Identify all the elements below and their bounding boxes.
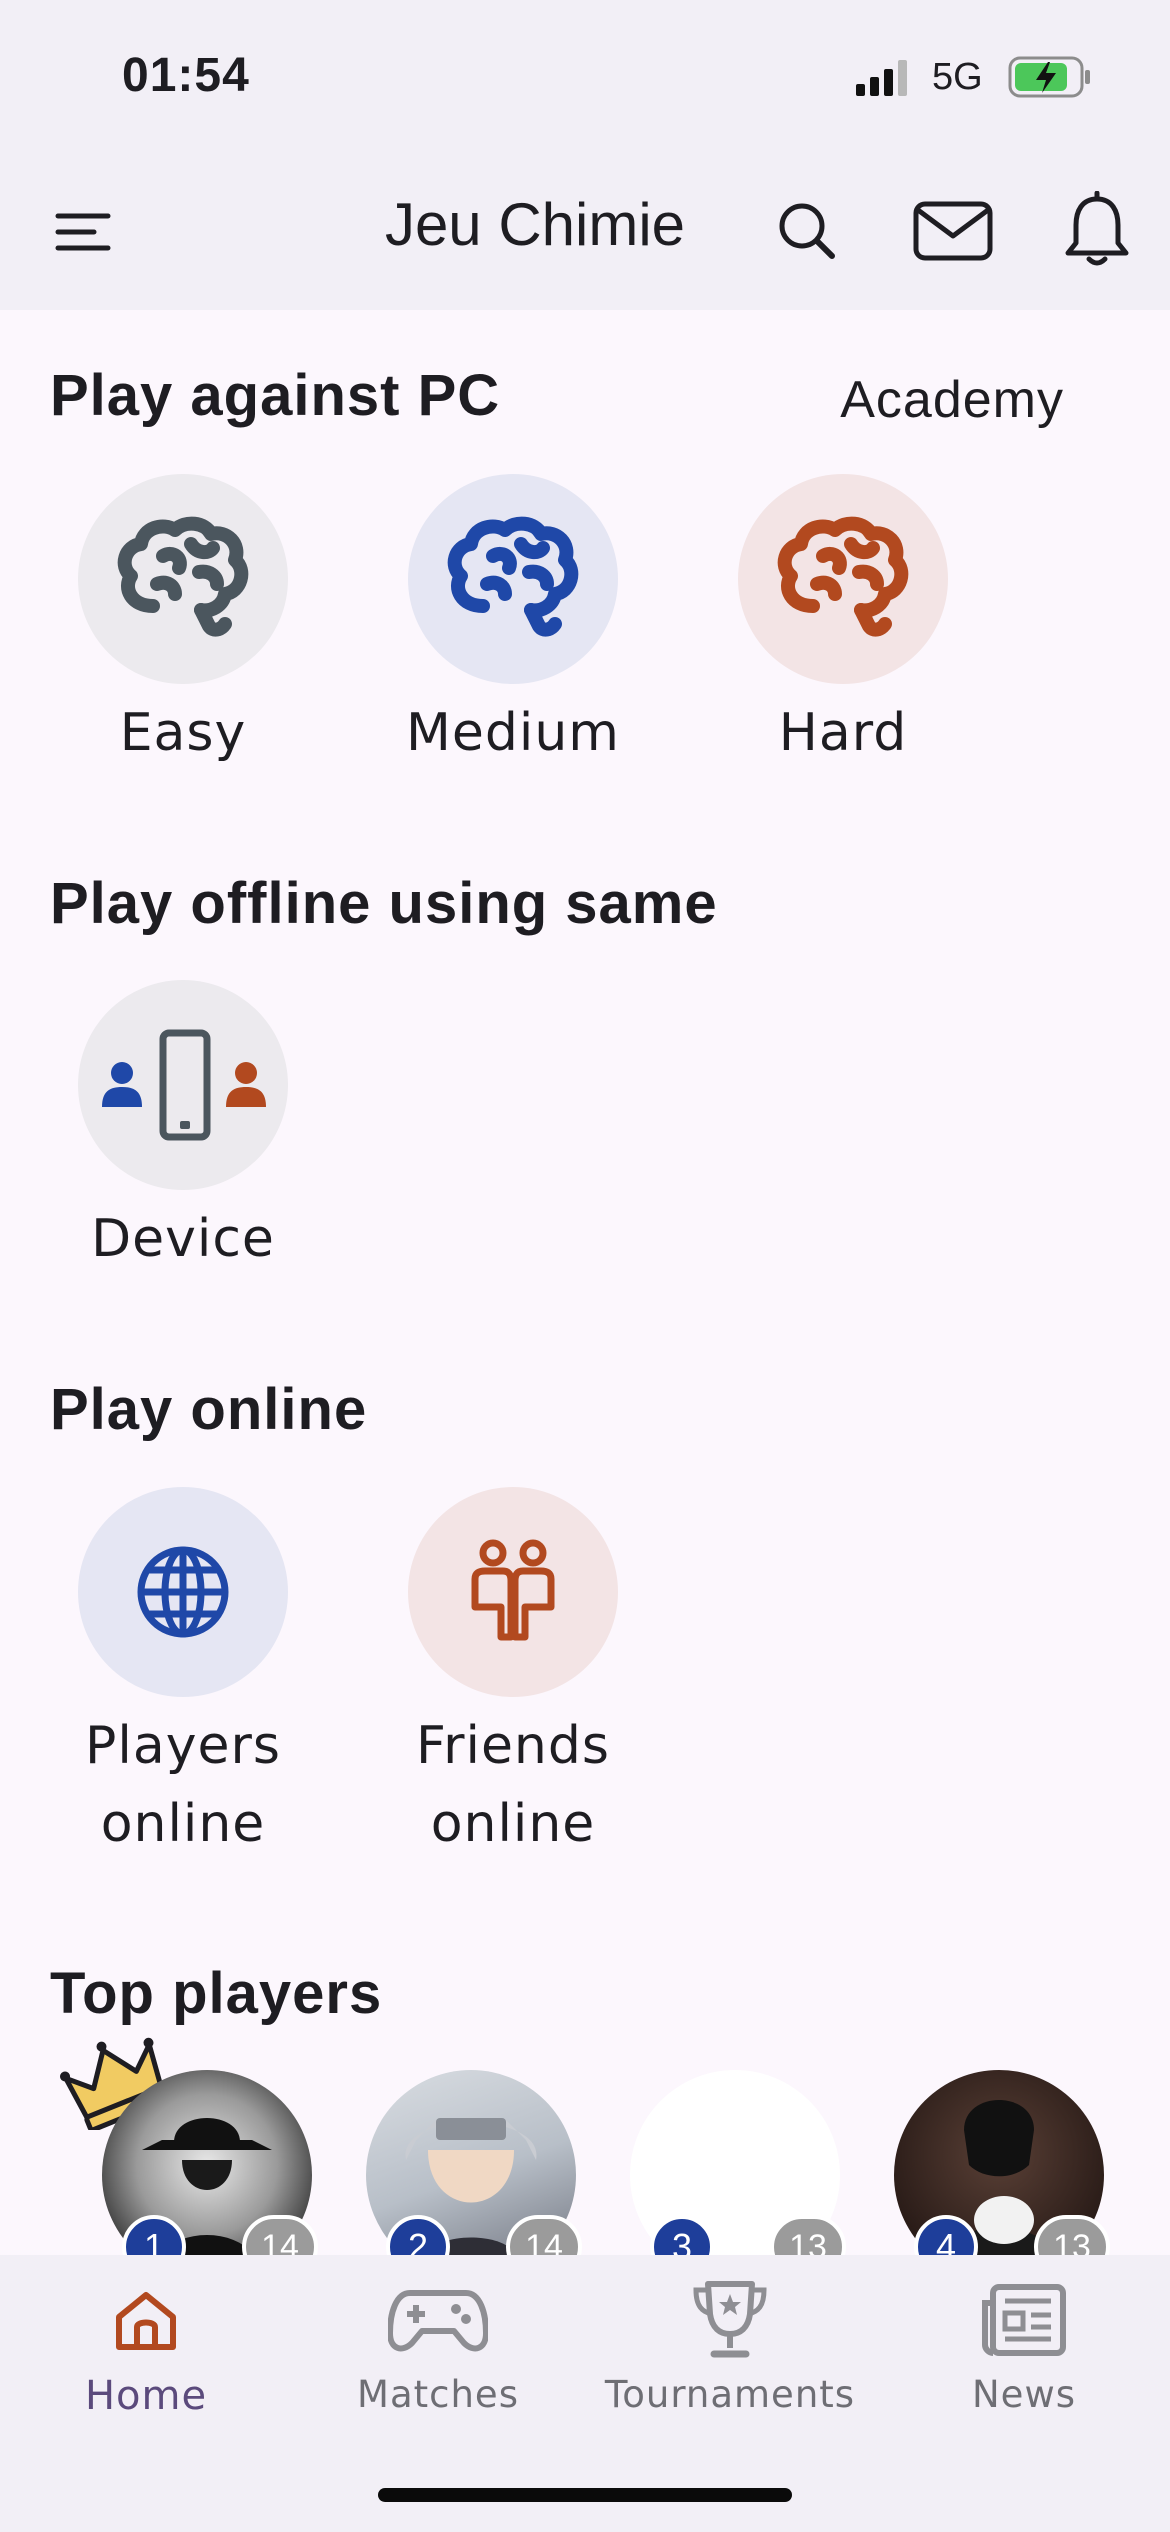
trophy-icon [675, 2275, 785, 2365]
label-line: Friends [415, 1716, 610, 1776]
nav-tournaments-label: Tournaments [604, 2373, 856, 2416]
mode-friends-online[interactable]: Friends online [393, 1487, 633, 1863]
mode-friends-online-label: Friends online [393, 1707, 633, 1863]
score-badge: 14 [242, 2215, 318, 2255]
top-player-card[interactable]: 2 14 [366, 2070, 582, 2255]
top-player-card[interactable]: 4 13 [894, 2070, 1110, 2255]
bell-icon [1065, 191, 1129, 266]
mode-medium-circle [408, 474, 618, 684]
mode-friends-online-circle [408, 1487, 618, 1697]
section-title-offline: Play offline using same [50, 871, 718, 936]
brain-icon [117, 516, 249, 637]
friends-icon [471, 1539, 555, 1641]
nav-news-label: News [972, 2373, 1076, 2416]
section-title-top: Top players [50, 1961, 383, 2026]
nav-home-label: Home [84, 2373, 208, 2419]
search-icon [779, 203, 835, 259]
mode-players-online-circle [78, 1487, 288, 1697]
gamepad-icon [383, 2275, 493, 2365]
mode-device-label: Device [91, 1209, 275, 1269]
score-badge: 13 [1034, 2215, 1110, 2255]
top-player-card[interactable]: 3 13 [630, 2070, 846, 2255]
nav-home[interactable]: Home [16, 2275, 276, 2419]
mail-icon [913, 201, 993, 261]
device-players-icon [102, 1029, 266, 1141]
mode-easy-label: Easy [119, 703, 247, 763]
mode-players-online-label: Players online [63, 1707, 303, 1863]
brain-icon [777, 516, 909, 637]
home-icon [91, 2275, 201, 2365]
label-line: online [430, 1794, 596, 1854]
nav-matches[interactable]: Matches [308, 2275, 568, 2416]
mode-easy-circle [78, 474, 288, 684]
nav-news[interactable]: News [894, 2275, 1154, 2416]
top-player-card[interactable]: 1 14 [102, 2070, 318, 2255]
score-badge: 14 [506, 2215, 582, 2255]
network-label: 5G [932, 56, 983, 98]
mode-easy[interactable]: Easy [63, 474, 303, 772]
mode-hard-circle [738, 474, 948, 684]
notifications-button[interactable] [1052, 186, 1142, 276]
nav-matches-label: Matches [357, 2373, 519, 2416]
status-bar: 01:54 5G [0, 0, 1170, 150]
globe-icon [137, 1546, 229, 1638]
mode-medium[interactable]: Medium [393, 474, 633, 772]
mode-hard-label: Hard [778, 703, 908, 763]
label-line: online [100, 1794, 266, 1854]
newspaper-icon [969, 2275, 1079, 2365]
section-title-pc: Play against PC [50, 363, 501, 428]
mode-players-online[interactable]: Players online [63, 1487, 303, 1863]
brain-icon [447, 516, 579, 637]
section-title-online: Play online [50, 1377, 368, 1442]
battery-charging-icon [1008, 56, 1090, 98]
academy-link[interactable]: Academy [840, 370, 1064, 430]
messages-button[interactable] [908, 186, 998, 276]
search-button[interactable] [762, 186, 852, 276]
top-players-strip[interactable]: 1 14 2 14 3 13 4 13 [0, 2050, 1170, 2255]
mode-device-circle [78, 980, 288, 1190]
home-indicator [378, 2488, 792, 2502]
signal-icon [856, 60, 907, 96]
mode-medium-label: Medium [406, 703, 620, 763]
app-bar: Jeu Chimie [0, 150, 1170, 310]
nav-tournaments[interactable]: Tournaments [600, 2275, 860, 2416]
label-line: Players [85, 1716, 281, 1776]
status-time: 01:54 [122, 49, 250, 102]
score-badge: 13 [770, 2215, 846, 2255]
mode-hard[interactable]: Hard [723, 474, 963, 772]
mode-device[interactable]: Device [63, 980, 303, 1278]
